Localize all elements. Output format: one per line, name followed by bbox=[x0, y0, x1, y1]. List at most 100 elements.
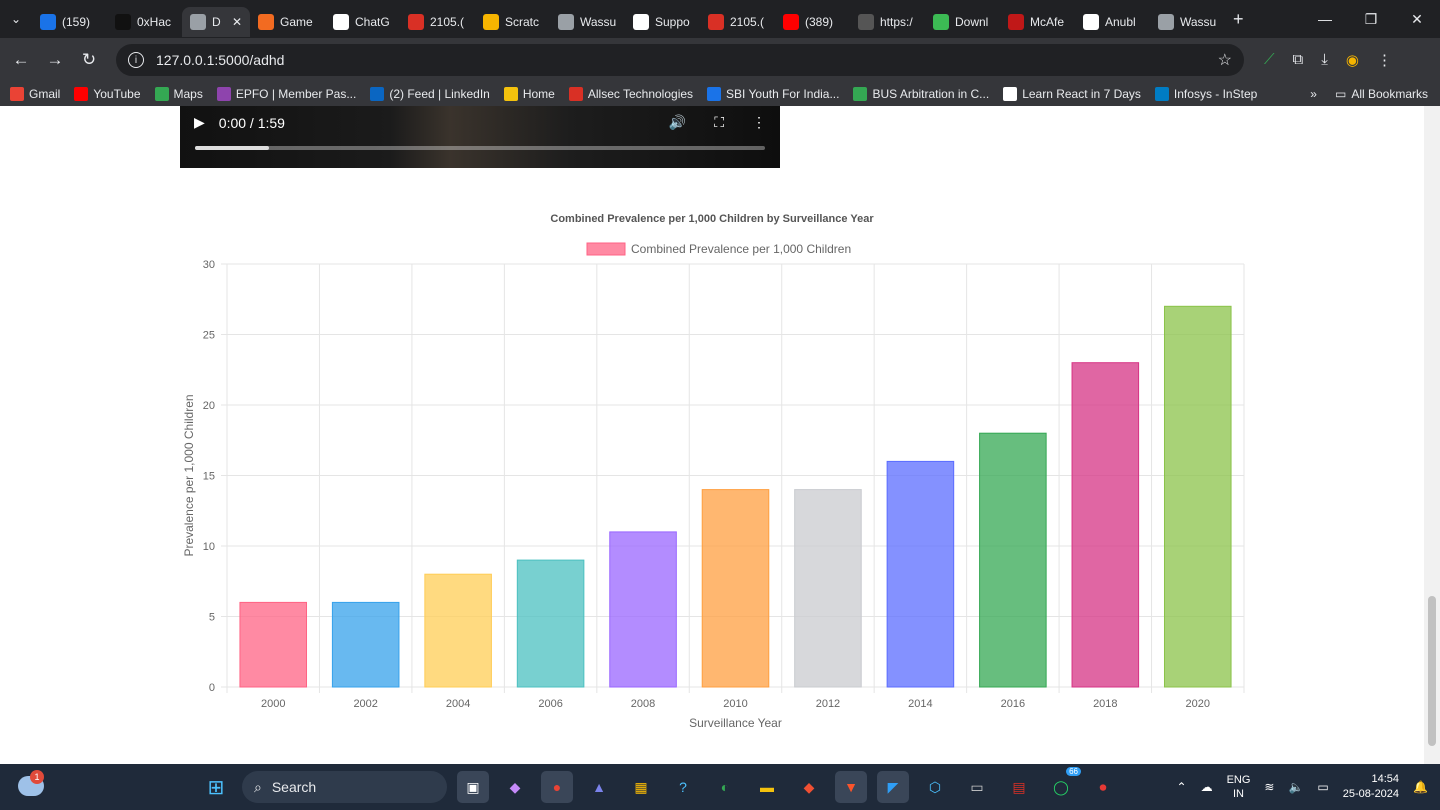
browser-tab[interactable]: D ✕ bbox=[182, 7, 250, 37]
browser-tab[interactable]: (159) bbox=[32, 7, 107, 37]
tab-search-button[interactable]: ⌄ bbox=[0, 0, 32, 38]
reload-button[interactable]: ↻ bbox=[72, 50, 106, 70]
terminal-icon[interactable]: ▭ bbox=[961, 771, 993, 803]
bookmark-label: Learn React in 7 Days bbox=[1022, 87, 1141, 101]
folder-icon: ▭ bbox=[1334, 87, 1347, 101]
extensions-puzzle-icon[interactable]: ⧉ bbox=[1293, 51, 1304, 69]
bookmark-favicon-icon bbox=[707, 87, 722, 101]
volume-tray-icon[interactable]: 🔈 bbox=[1288, 780, 1303, 794]
bookmark-item[interactable]: Maps bbox=[154, 87, 203, 101]
help-icon[interactable]: ? bbox=[667, 771, 699, 803]
forward-button[interactable]: → bbox=[38, 50, 72, 70]
tab-title: McAfe bbox=[1030, 15, 1065, 29]
browser-tab[interactable]: McAfe bbox=[1000, 7, 1075, 37]
clock[interactable]: 14:54 25-08-2024 bbox=[1343, 772, 1399, 802]
brave-icon[interactable]: ▼ bbox=[835, 771, 867, 803]
bookmark-item[interactable]: BUS Arbitration in C... bbox=[853, 87, 989, 101]
git-icon[interactable]: ◆ bbox=[793, 771, 825, 803]
more-bookmarks-button[interactable]: » bbox=[1310, 87, 1317, 101]
tabs-container: (159) 0xHac D ✕ Game ChatG 2105.(Scratc Wassu Su… bbox=[32, 1, 1225, 37]
bar bbox=[1071, 362, 1140, 688]
network-cloud-icon[interactable]: ☁ bbox=[1201, 780, 1213, 794]
all-bookmarks-label: All Bookmarks bbox=[1351, 87, 1428, 101]
file-explorer-icon[interactable]: ▬ bbox=[751, 771, 783, 803]
acrobat-icon[interactable]: ▤ bbox=[1003, 771, 1035, 803]
browser-toolbar: ← → ↻ i 127.0.0.1:5000/adhd ☆ ⟋ ⧉ ⤓ ◉ ⋮ bbox=[0, 38, 1440, 82]
extension-icon[interactable]: ⟋ bbox=[1264, 51, 1275, 69]
start-icon[interactable]: ⊞ bbox=[200, 771, 232, 803]
tab-title: 2105.( bbox=[730, 15, 765, 29]
copilot-icon[interactable]: ◆ bbox=[499, 771, 531, 803]
site-info-icon[interactable]: i bbox=[128, 52, 144, 68]
bookmark-item[interactable]: EPFO | Member Pas... bbox=[216, 87, 356, 101]
browser-tab[interactable]: Wassu bbox=[1150, 7, 1225, 37]
bookmark-item[interactable]: Infosys - InStep bbox=[1154, 87, 1257, 101]
tab-title: Downl bbox=[955, 15, 989, 29]
task-view-icon[interactable]: ▣ bbox=[457, 771, 489, 803]
edge-icon[interactable]: ◐ bbox=[709, 771, 741, 803]
wifi-icon[interactable]: ≋ bbox=[1264, 780, 1274, 794]
tab-favicon-icon bbox=[708, 14, 724, 30]
record-icon[interactable]: ⏺ bbox=[1087, 771, 1119, 803]
profile-avatar[interactable]: ◉ bbox=[1346, 51, 1359, 69]
all-bookmarks-button[interactable]: ▭ All Bookmarks bbox=[1335, 87, 1428, 101]
restore-button[interactable]: ❐ bbox=[1348, 11, 1394, 28]
minimize-button[interactable]: — bbox=[1302, 11, 1348, 28]
bookmark-item[interactable]: SBI Youth For India... bbox=[707, 87, 839, 101]
teams-icon[interactable]: ▲ bbox=[583, 771, 615, 803]
notification-bell-icon[interactable]: 🔔 bbox=[1413, 780, 1428, 794]
x-tick-label: 2006 bbox=[538, 698, 562, 710]
menu-kebab-icon[interactable]: ⋮ bbox=[1377, 51, 1392, 69]
browser-tab[interactable]: https:/ bbox=[850, 7, 925, 37]
battery-icon[interactable]: ▭ bbox=[1317, 780, 1328, 794]
vscode-icon[interactable]: ◤ bbox=[877, 771, 909, 803]
new-tab-button[interactable]: + bbox=[1225, 9, 1252, 30]
show-hidden-icons[interactable]: ⌃ bbox=[1177, 780, 1187, 794]
taskbar-search[interactable]: ⌕ Search bbox=[242, 771, 447, 803]
close-window-button[interactable]: ✕ bbox=[1394, 11, 1440, 28]
bookmark-favicon-icon bbox=[216, 87, 231, 101]
browser-tab[interactable]: Scratc bbox=[475, 7, 550, 37]
store-icon[interactable]: ▦ bbox=[625, 771, 657, 803]
tab-title: Scratc bbox=[505, 15, 540, 29]
browser-tab[interactable]: Wassu bbox=[550, 7, 625, 37]
browser-tab[interactable]: 2105.( bbox=[700, 7, 775, 37]
bookmark-item[interactable]: Home bbox=[503, 87, 555, 101]
windows-taskbar: 1 ⊞ ⌕ Search ▣ ◆ ● ▲ ▦ ? ◐ ▬ ◆ ▼ ◤ ⬡ ▭ ▤… bbox=[0, 764, 1440, 810]
bar bbox=[331, 601, 400, 688]
tab-title: D bbox=[212, 15, 221, 29]
bookmark-item[interactable]: YouTube bbox=[74, 87, 141, 101]
browser-tab[interactable]: (389) bbox=[775, 7, 850, 37]
url-text: 127.0.0.1:5000/adhd bbox=[156, 52, 285, 68]
whatsapp-icon[interactable]: ◯ 66 bbox=[1045, 767, 1081, 803]
browser-tab[interactable]: ChatG bbox=[325, 7, 400, 37]
browser-tab[interactable]: Anubl bbox=[1075, 7, 1150, 37]
browser-tab[interactable]: 2105.( bbox=[400, 7, 475, 37]
bookmark-favicon-icon bbox=[370, 87, 385, 101]
browser-tab[interactable]: Suppo bbox=[625, 7, 700, 37]
language-indicator[interactable]: ENG IN bbox=[1227, 773, 1251, 801]
x-tick-label: 2012 bbox=[816, 698, 840, 710]
bookmark-star-icon[interactable]: ☆ bbox=[1218, 50, 1232, 70]
bookmark-favicon-icon bbox=[10, 87, 24, 101]
taskbar-search-label: Search bbox=[271, 779, 317, 795]
bookmark-favicon-icon bbox=[503, 87, 518, 101]
browser-tab[interactable]: Downl bbox=[925, 7, 1000, 37]
bookmark-item[interactable]: (2) Feed | LinkedIn bbox=[370, 87, 490, 101]
bookmark-item[interactable]: Allsec Technologies bbox=[568, 87, 693, 101]
page-scrollbar[interactable] bbox=[1424, 106, 1440, 764]
back-button[interactable]: ← bbox=[4, 50, 38, 70]
sandbox-icon[interactable]: ⬡ bbox=[919, 771, 951, 803]
bookmarks-bar: Gmail YouTube Maps EPFO | Member Pas... (2) … bbox=[0, 82, 1440, 106]
chrome-icon[interactable]: ● bbox=[541, 771, 573, 803]
browser-tab[interactable]: 0xHac bbox=[107, 7, 182, 37]
browser-tab[interactable]: Game bbox=[250, 7, 325, 37]
bookmark-item[interactable]: Learn React in 7 Days bbox=[1003, 87, 1141, 101]
legend-swatch bbox=[586, 242, 626, 256]
download-icon[interactable]: ⤓ bbox=[1321, 51, 1328, 69]
close-tab-icon[interactable]: ✕ bbox=[232, 15, 242, 29]
bookmark-item[interactable]: Gmail bbox=[10, 87, 60, 101]
bar bbox=[516, 559, 585, 688]
scrollbar-thumb[interactable] bbox=[1428, 596, 1436, 746]
address-bar[interactable]: i 127.0.0.1:5000/adhd ☆ bbox=[116, 44, 1244, 76]
